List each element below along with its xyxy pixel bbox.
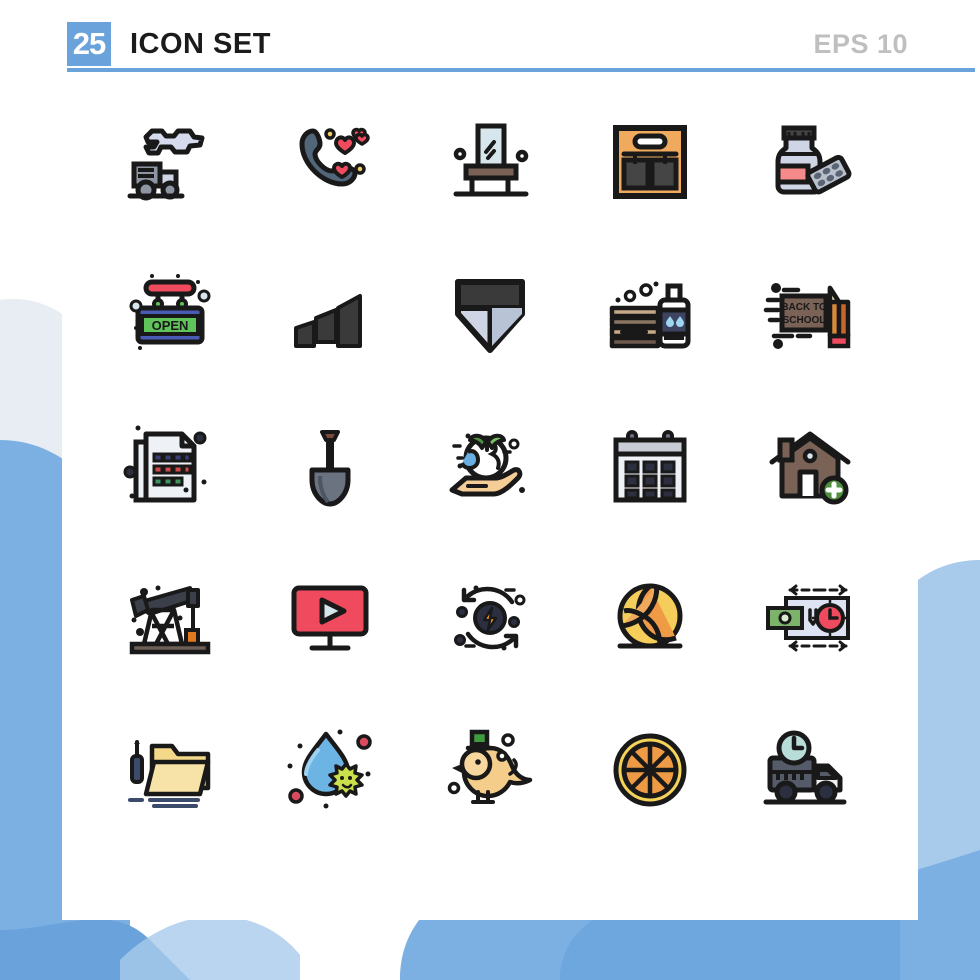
- video-player-icon: [291, 585, 369, 651]
- eps-version-label: EPS 10: [813, 29, 908, 59]
- icon-cell-tool-bag[interactable]: [570, 86, 730, 238]
- love-call-icon: [299, 127, 370, 187]
- icon-cell-renewable-energy[interactable]: [410, 542, 570, 694]
- delivery-time-truck-icon: [763, 730, 847, 805]
- icon-cell-back-to-school[interactable]: BACK TO SCHOOL: [730, 238, 890, 390]
- icon-cell-signal-bars[interactable]: [250, 238, 410, 390]
- signal-bars-icon: [294, 294, 362, 348]
- icon-grid: OPEN BACK TO SCHOOL: [90, 86, 890, 886]
- icon-cell-video-player[interactable]: [250, 542, 410, 694]
- renewable-energy-icon: [454, 585, 526, 651]
- icon-cell-calendar[interactable]: [570, 390, 730, 542]
- icon-cell-shield-badge[interactable]: [410, 238, 570, 390]
- icon-cell-medicine-bottle[interactable]: [730, 86, 890, 238]
- medicine-bottle-icon: [775, 125, 852, 195]
- folder-settings-icon: [128, 740, 211, 808]
- header-divider: [67, 68, 975, 72]
- shovel-icon: [309, 430, 351, 507]
- water-contamination-icon: [287, 729, 372, 809]
- icon-cell-dressing-table[interactable]: [410, 86, 570, 238]
- icon-cell-open-sign[interactable]: OPEN: [90, 238, 250, 390]
- icon-cell-shovel[interactable]: [250, 390, 410, 542]
- icon-cell-laundry-detergent[interactable]: [570, 238, 730, 390]
- orange-slice-icon: [613, 733, 687, 807]
- header: 25 ICON SET EPS 10: [62, 8, 975, 72]
- calendar-icon: [613, 430, 687, 503]
- icon-cell-delivery-time-truck[interactable]: [730, 694, 890, 846]
- add-home-icon: [769, 431, 851, 505]
- truck-pollution-icon: [127, 128, 205, 201]
- open-sign-icon: OPEN: [129, 274, 211, 350]
- icon-cell-volleyball[interactable]: [570, 542, 730, 694]
- icon-cell-water-contamination[interactable]: [250, 694, 410, 846]
- icon-cell-truck-pollution[interactable]: [90, 86, 250, 238]
- icon-set-card: 25 ICON SET EPS 10 OPEN BACK TO SCHOOL: [62, 8, 975, 920]
- bird-hat-icon: [447, 729, 533, 804]
- icon-cell-orange-slice[interactable]: [570, 694, 730, 846]
- eco-earth-hand-icon: [449, 433, 525, 497]
- documents-icon: [123, 425, 207, 503]
- oil-pump-icon: [129, 585, 211, 655]
- back-to-school-icon: BACK TO SCHOOL: [763, 283, 851, 349]
- back-to-school-line2: SCHOOL: [783, 315, 826, 326]
- page-title: ICON SET: [130, 28, 271, 60]
- icon-cell-oil-pump[interactable]: [90, 542, 250, 694]
- open-sign-text: OPEN: [152, 318, 189, 333]
- volleyball-icon: [617, 583, 683, 649]
- icon-count-badge: 25: [67, 22, 111, 66]
- laundry-detergent-icon: [609, 281, 691, 349]
- back-to-school-line1: BACK TO: [781, 302, 827, 313]
- shield-badge-icon: [455, 279, 525, 353]
- icon-cell-add-home[interactable]: [730, 390, 890, 542]
- icon-cell-folder-settings[interactable]: [90, 694, 250, 846]
- icon-cell-documents[interactable]: [90, 390, 250, 542]
- tool-bag-icon: [613, 125, 687, 199]
- icon-cell-love-call[interactable]: [250, 86, 410, 238]
- icon-cell-eco-earth-hand[interactable]: [410, 390, 570, 542]
- icon-cell-time-is-money[interactable]: [730, 542, 890, 694]
- icon-cell-bird-hat[interactable]: [410, 694, 570, 846]
- dressing-table-icon: [453, 123, 529, 197]
- time-is-money-icon: [766, 584, 850, 652]
